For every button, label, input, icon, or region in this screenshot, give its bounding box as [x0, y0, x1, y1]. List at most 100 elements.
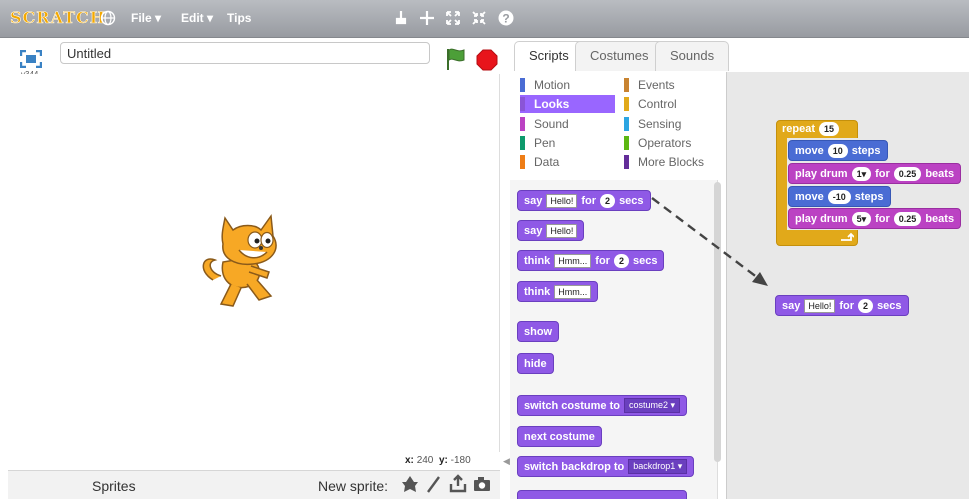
block-switch-costume[interactable]: switch costume to costume2 ▾: [517, 395, 688, 416]
drum-dropdown[interactable]: 5▾: [851, 211, 872, 226]
category-color-swatch: [624, 117, 629, 131]
text-input[interactable]: Hello!: [804, 298, 836, 313]
dropdown-value: backdrop1: [633, 461, 676, 471]
category-sound[interactable]: Sound: [520, 115, 615, 133]
choose-sprite-library-icon[interactable]: [400, 474, 420, 494]
number-input[interactable]: 2: [858, 298, 874, 313]
file-menu[interactable]: File ▾: [131, 11, 161, 25]
block-think[interactable]: think Hmm...: [517, 281, 599, 302]
block-next-costume[interactable]: next costume: [517, 426, 602, 447]
tab-costumes[interactable]: Costumes: [575, 41, 664, 71]
scratch-cat-sprite[interactable]: [195, 200, 295, 320]
y-value: -180: [450, 455, 471, 466]
y-label: y:: [438, 455, 448, 466]
category-data[interactable]: Data: [520, 153, 615, 171]
number-input[interactable]: 0.25: [893, 166, 922, 181]
block-show[interactable]: show: [517, 321, 560, 342]
scratch-logo[interactable]: SCRATCH: [10, 8, 106, 28]
block-say-for-secs-dragged[interactable]: say Hello! for 2 secs: [775, 295, 909, 316]
category-label: More Blocks: [638, 155, 705, 169]
text-input[interactable]: Hello!: [546, 193, 578, 208]
camera-sprite-icon[interactable]: [472, 474, 492, 494]
edit-menu[interactable]: Edit ▾: [181, 11, 213, 25]
block-word: beats: [925, 212, 955, 225]
drag-arrow-icon: [651, 197, 768, 286]
block-say[interactable]: say Hello!: [517, 220, 585, 241]
block-move-steps[interactable]: move 10 steps: [788, 140, 888, 161]
number-input[interactable]: -10: [827, 189, 851, 204]
repeat-header: repeat 15: [782, 122, 840, 136]
dropdown-value: costume2: [628, 400, 668, 410]
backdrop-dropdown[interactable]: backdrop1 ▾: [628, 459, 688, 474]
category-control[interactable]: Control: [624, 95, 714, 113]
block-word: for: [875, 167, 890, 180]
duplicate-stamp-icon[interactable]: [392, 9, 410, 27]
category-label: Control: [638, 97, 677, 111]
delete-cut-icon[interactable]: [418, 9, 436, 27]
number-input[interactable]: 2: [600, 193, 616, 208]
block-word: say: [782, 299, 801, 312]
x-label: x:: [405, 455, 414, 466]
paint-new-sprite-icon[interactable]: [424, 474, 444, 494]
block-move-steps[interactable]: move -10 steps: [788, 186, 891, 207]
block-word: for: [581, 194, 597, 207]
number-input[interactable]: 2: [613, 253, 629, 268]
block-play-drum[interactable]: play drum 1▾ for 0.25 beats: [788, 163, 962, 184]
block-hide[interactable]: hide: [517, 353, 554, 374]
category-operators[interactable]: Operators: [624, 134, 714, 152]
text-input[interactable]: Hmm...: [554, 284, 592, 299]
stop-sign-icon[interactable]: [476, 49, 498, 71]
block-word: repeat: [782, 123, 816, 135]
category-more-blocks[interactable]: More Blocks: [624, 153, 714, 171]
number-input[interactable]: 0.25: [893, 211, 922, 226]
category-pen[interactable]: Pen: [520, 134, 615, 152]
shrink-icon[interactable]: [470, 9, 488, 27]
block-partial[interactable]: [517, 490, 687, 499]
block-word: play drum: [795, 167, 848, 180]
block-word: think: [524, 285, 551, 298]
text-input[interactable]: Hmm...: [554, 253, 592, 268]
tips-menu[interactable]: Tips: [227, 11, 251, 25]
block-switch-backdrop[interactable]: switch backdrop to backdrop1 ▾: [517, 456, 695, 477]
category-color-swatch: [624, 155, 629, 169]
tab-scripts[interactable]: Scripts: [514, 41, 584, 71]
number-input[interactable]: 10: [827, 143, 848, 158]
repeat-count-input[interactable]: 15: [819, 122, 840, 136]
block-word: switch backdrop to: [524, 460, 625, 473]
language-globe-icon[interactable]: [100, 10, 116, 26]
block-word: play drum: [795, 212, 848, 225]
drum-dropdown[interactable]: 1▾: [851, 166, 872, 181]
block-word: beats: [925, 167, 955, 180]
category-label: Pen: [534, 136, 556, 150]
text-input[interactable]: Hello!: [546, 223, 578, 238]
category-sensing[interactable]: Sensing: [624, 115, 714, 133]
loop-arrow-icon: [841, 232, 854, 241]
green-flag-icon[interactable]: [444, 46, 466, 72]
new-sprite-label: New sprite:: [318, 478, 389, 494]
category-motion[interactable]: Motion: [520, 76, 615, 94]
fullscreen-toggle-icon[interactable]: [20, 50, 42, 68]
block-word: show: [524, 325, 553, 338]
category-looks[interactable]: Looks: [520, 95, 615, 113]
grow-icon[interactable]: [444, 9, 462, 27]
block-play-drum[interactable]: play drum 5▾ for 0.25 beats: [788, 208, 962, 229]
costume-dropdown[interactable]: costume2 ▾: [623, 398, 681, 413]
block-word: steps: [851, 144, 881, 157]
block-word: secs: [877, 299, 902, 312]
block-say-for-secs[interactable]: say Hello! for 2 secs: [517, 190, 651, 211]
category-label: Looks: [534, 97, 570, 111]
collapse-stage-arrow-icon[interactable]: ◀: [503, 456, 510, 467]
block-word: move: [795, 190, 824, 203]
block-word: move: [795, 144, 824, 157]
upload-sprite-icon[interactable]: [448, 474, 468, 494]
category-label: Sensing: [638, 117, 682, 131]
block-word: think: [524, 254, 551, 267]
block-word: for: [595, 254, 610, 267]
dropdown-value: 1: [856, 168, 862, 179]
block-word: for: [875, 212, 890, 225]
mouse-coordinates: x: 240 y: -180: [405, 455, 471, 466]
project-title-input[interactable]: [60, 42, 430, 64]
category-events[interactable]: Events: [624, 76, 714, 94]
help-icon[interactable]: ?: [497, 9, 515, 27]
tab-sounds[interactable]: Sounds: [655, 41, 730, 71]
